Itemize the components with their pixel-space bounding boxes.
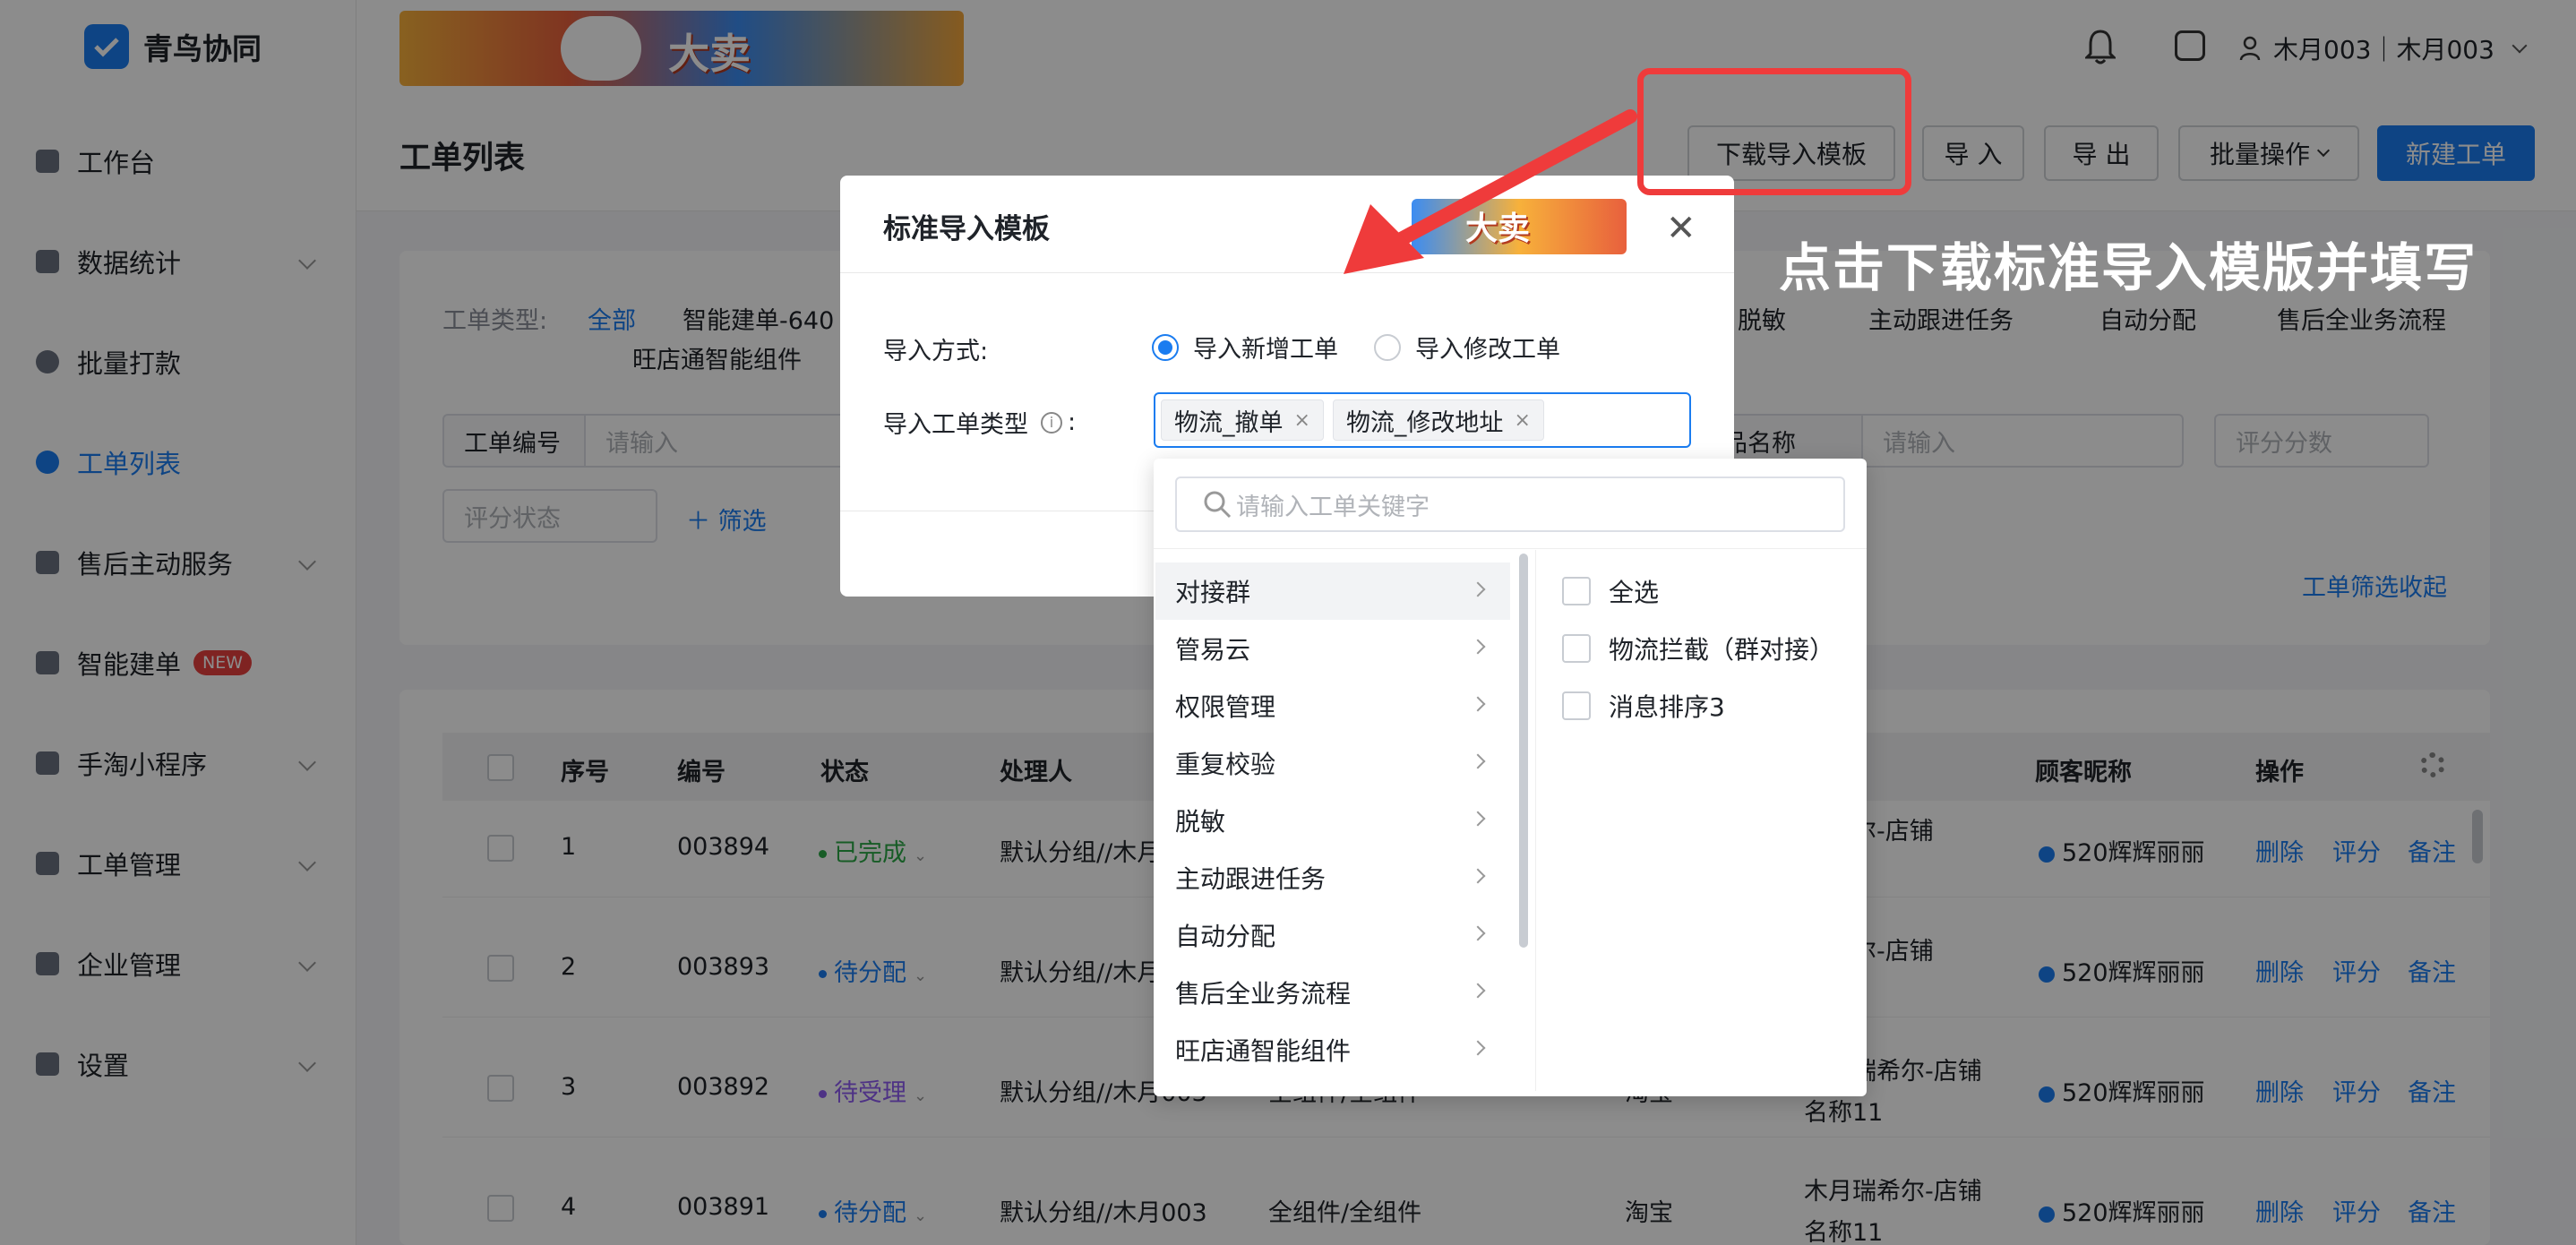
annotation-arrow-icon [1344, 109, 1637, 274]
selected-tag: 物流_修改地址 × [1332, 399, 1544, 441]
chevron-right-icon [1470, 925, 1486, 941]
highlight-box [1637, 68, 1911, 195]
dropdown-category-item[interactable]: 售后全业务流程 [1155, 964, 1510, 1021]
dropdown-divider [1154, 548, 1867, 549]
option-checkbox[interactable] [1562, 634, 1591, 663]
close-icon[interactable]: ✕ [1666, 208, 1696, 249]
dropdown-category-item[interactable]: 自动分配 [1155, 906, 1510, 964]
dropdown-category-item[interactable]: 管易云 [1155, 620, 1510, 677]
dropdown-category-item[interactable]: 脱敏 [1155, 792, 1510, 849]
selected-tag: 物流_撤单 × [1161, 399, 1324, 441]
category-label: 对接群 [1175, 578, 1251, 607]
dropdown-option[interactable]: 消息排序3 [1562, 677, 1725, 734]
dropdown-category-item[interactable]: 权限管理 [1155, 677, 1510, 734]
dropdown-column-divider [1535, 550, 1536, 1091]
import-method-label: 导入方式: [883, 338, 989, 365]
dropdown-category-item[interactable]: 旺店通智能组件 [1155, 1021, 1510, 1078]
category-label: 售后全业务流程 [1175, 979, 1352, 1009]
chevron-right-icon [1470, 753, 1486, 769]
chevron-right-icon [1470, 581, 1486, 597]
radio-checked-icon [1152, 333, 1179, 361]
dropdown-category-item[interactable]: 主动跟进任务 [1155, 849, 1510, 906]
chevron-right-icon [1470, 639, 1486, 655]
category-label: 重复校验 [1175, 750, 1276, 779]
option-label: 消息排序3 [1609, 692, 1725, 722]
dropdown-category-item[interactable]: 重复校验 [1155, 734, 1510, 792]
annotation-text: 点击下载标准导入模版并填写 [1779, 237, 2478, 298]
dropdown-option[interactable]: 物流拦截（群对接） [1562, 620, 1834, 677]
radio-modify-order[interactable]: 导入修改工单 [1374, 330, 1560, 365]
chevron-right-icon [1470, 811, 1486, 827]
modal-title: 标准导入模板 [883, 213, 1050, 245]
radio-unchecked-icon [1374, 333, 1401, 361]
dropdown-search-input[interactable]: 请输入工单关键字 [1175, 477, 1845, 532]
info-icon[interactable]: i [1041, 411, 1062, 434]
chevron-right-icon [1470, 1040, 1486, 1056]
radio-label: 导入新增工单 [1193, 336, 1338, 364]
tag-close-icon[interactable]: × [1294, 409, 1310, 432]
category-label: 旺店通智能组件 [1175, 1036, 1352, 1066]
option-label: 全选 [1609, 578, 1660, 607]
chevron-right-icon [1470, 983, 1486, 999]
tag-label: 物流_修改地址 [1345, 408, 1504, 437]
dropdown-category-item[interactable]: 对接群 [1155, 562, 1510, 620]
option-checkbox[interactable] [1562, 577, 1591, 605]
dropdown-option[interactable]: 全选 [1562, 562, 1659, 620]
option-checkbox[interactable] [1562, 691, 1591, 720]
radio-label: 导入修改工单 [1415, 336, 1560, 364]
radio-new-order[interactable]: 导入新增工单 [1152, 330, 1338, 365]
category-label: 自动分配 [1175, 922, 1276, 951]
category-label: 管易云 [1175, 635, 1251, 665]
category-label: 权限管理 [1175, 692, 1276, 722]
tag-close-icon[interactable]: × [1514, 409, 1530, 432]
option-label: 物流拦截（群对接） [1609, 635, 1835, 665]
tag-label: 物流_撤单 [1174, 408, 1284, 437]
dropdown-scrollbar[interactable] [1519, 554, 1528, 948]
category-label: 脱敏 [1175, 807, 1226, 837]
category-label: 主动跟进任务 [1175, 864, 1327, 894]
chevron-right-icon [1470, 868, 1486, 884]
import-type-label: 导入工单类型 [883, 411, 1028, 439]
import-type-label-row: 导入工单类型 i : [883, 405, 1076, 440]
search-icon [1202, 489, 1232, 523]
chevron-right-icon [1470, 696, 1486, 712]
import-type-select[interactable]: 物流_撤单 × 物流_修改地址 × [1154, 392, 1691, 448]
